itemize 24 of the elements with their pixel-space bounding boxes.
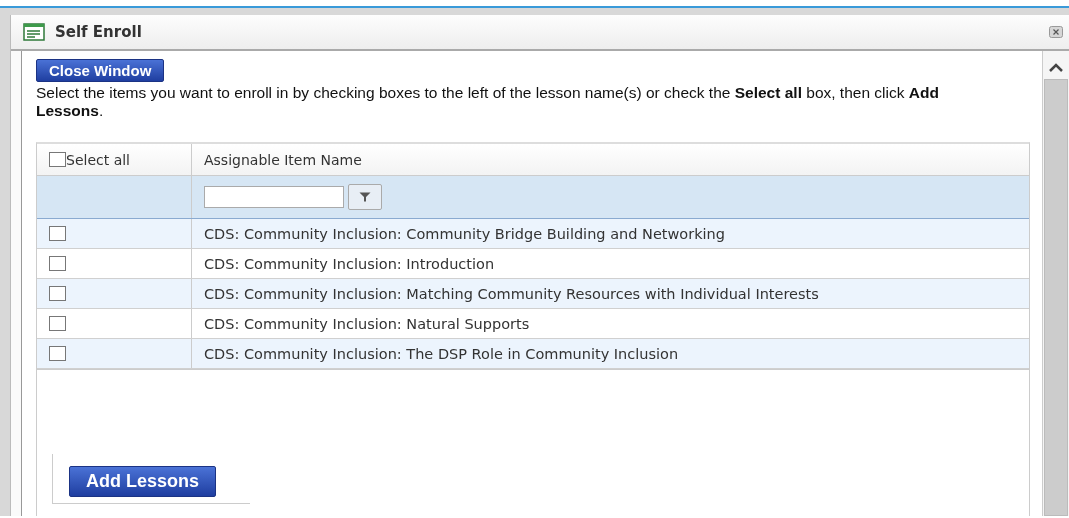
select-all-checkbox[interactable] <box>49 152 66 167</box>
row-checkbox[interactable] <box>49 346 66 361</box>
scroll-up-icon[interactable] <box>1048 63 1064 73</box>
lesson-name: CDS: Community Inclusion: Introduction <box>204 255 495 272</box>
close-window-button[interactable]: Close Window <box>36 59 165 82</box>
row-checkbox[interactable] <box>49 286 66 301</box>
scrollbar[interactable] <box>1042 51 1069 516</box>
filter-field[interactable] <box>204 186 344 208</box>
filter-button[interactable] <box>348 184 382 210</box>
row-checkbox[interactable] <box>49 226 66 241</box>
select-all-label: Select all <box>66 151 130 168</box>
window-title: Self Enroll <box>55 23 143 41</box>
lesson-name: CDS: Community Inclusion: The DSP Role in Community Inclusion <box>204 345 679 362</box>
window-icon <box>23 23 45 41</box>
lesson-name: CDS: Community Inclusion: Matching Community Resources with Individual Interests <box>204 285 819 302</box>
close-icon[interactable] <box>1049 26 1063 38</box>
funnel-icon <box>359 192 371 202</box>
lesson-name: CDS: Community Inclusion: Natural Supports <box>204 315 530 332</box>
add-lessons-button[interactable]: Add Lessons <box>69 466 217 497</box>
row-checkbox[interactable] <box>49 256 66 271</box>
column-header: Assignable Item Name <box>204 151 362 168</box>
row-checkbox[interactable] <box>49 316 66 331</box>
lesson-name: CDS: Community Inclusion: Community Bridge Building and Networking <box>204 225 725 242</box>
instructions-text: Select the items you want to enroll in by checking boxes to the left of the lesson name(s) or check the Select all box, then click Add Lessons. <box>36 84 940 120</box>
